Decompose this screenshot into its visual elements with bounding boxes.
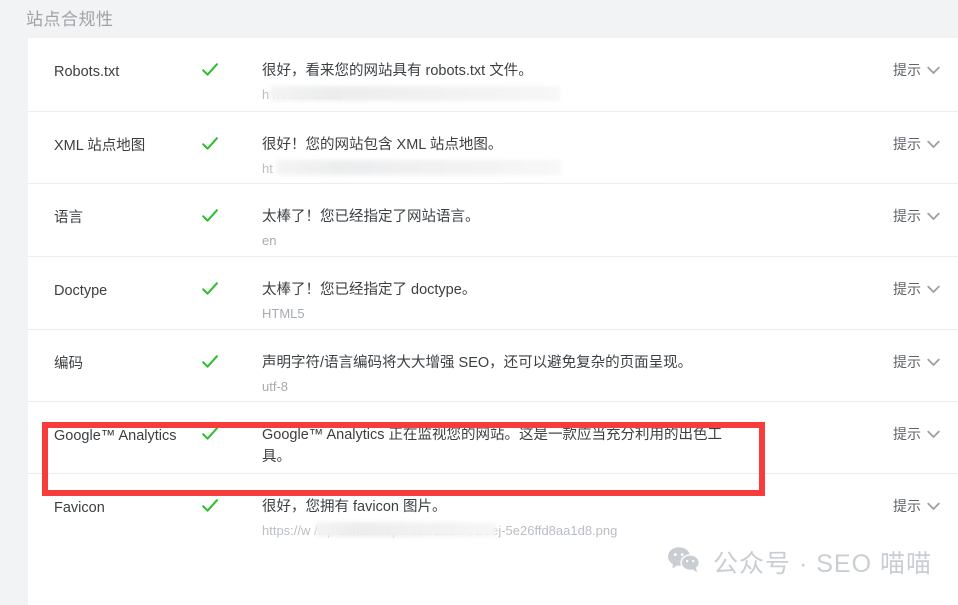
check-name: Favicon xyxy=(54,500,105,516)
hint-label: 提示 xyxy=(893,426,921,442)
table-row: Doctype 太棒了！您已经指定了 doctype。 HTML5 提示 xyxy=(28,257,958,330)
check-description: 声明字符/语言编码将大大增强 SEO，还可以避免复杂的页面呈现。 xyxy=(262,355,693,371)
check-status xyxy=(200,474,262,521)
hint-label: 提示 xyxy=(893,208,921,224)
table-row: 编码 声明字符/语言编码将大大增强 SEO，还可以避免复杂的页面呈现。 utf-8 提… xyxy=(28,330,958,402)
check-list: Robots.txt 很好，看来您的网站具有 robots.txt 文件。 h m/… xyxy=(28,38,958,566)
check-body: 太棒了！您已经指定了网站语言。 en xyxy=(262,184,862,251)
page-title: 站点合规性 xyxy=(26,10,114,29)
hint-toggle[interactable]: 提示 xyxy=(862,474,958,516)
check-body: Google™ Analytics 正在监视您的网站。这是一款应当充分利用的出色… xyxy=(262,402,862,468)
redaction-mask xyxy=(270,86,560,101)
check-icon xyxy=(200,206,220,226)
hint-toggle[interactable]: 提示 xyxy=(862,184,958,226)
check-icon xyxy=(200,496,220,516)
chevron-down-icon xyxy=(927,136,940,154)
site-compliance-card: Robots.txt 很好，看来您的网站具有 robots.txt 文件。 h m/… xyxy=(28,38,958,605)
check-description: 太棒了！您已经指定了 doctype。 xyxy=(262,282,477,298)
check-url-redacted: ht xyxy=(262,159,732,179)
check-url: utf-8 xyxy=(262,379,289,394)
hint-toggle[interactable]: 提示 xyxy=(862,38,958,80)
check-name: 编码 xyxy=(54,356,83,372)
check-description: 很好，您拥有 favicon 图片。 xyxy=(262,499,447,515)
chevron-down-icon xyxy=(927,498,940,516)
check-icon xyxy=(200,424,220,444)
check-icon xyxy=(200,352,220,372)
watermark-text: 公众号 · SEO 喵喵 xyxy=(713,549,932,578)
check-url: en xyxy=(262,233,277,248)
chevron-down-icon xyxy=(927,62,940,80)
check-name: XML 站点地图 xyxy=(54,138,146,154)
check-url-redacted: h m/robots.txt xyxy=(262,85,732,105)
table-row: Google™ Analytics Google™ Analytics 正在监视您… xyxy=(28,402,958,474)
check-name: Google™ Analytics xyxy=(54,428,177,444)
table-row: XML 站点地图 很好！您的网站包含 XML 站点地图。 ht 提示 xyxy=(28,112,958,184)
check-url-redacted: https://w /wp-content/uploads/2020/01/se… xyxy=(262,522,618,538)
check-icon xyxy=(200,60,220,80)
check-description: 太棒了！您已经指定了网站语言。 xyxy=(262,209,480,225)
check-status xyxy=(200,112,262,159)
check-status xyxy=(200,38,262,85)
check-name: Robots.txt xyxy=(54,64,120,80)
check-status xyxy=(200,330,262,377)
hint-label: 提示 xyxy=(893,62,921,78)
hint-toggle[interactable]: 提示 xyxy=(862,112,958,154)
chevron-down-icon xyxy=(927,426,940,444)
check-status xyxy=(200,184,262,231)
table-row: Robots.txt 很好，看来您的网站具有 robots.txt 文件。 h m/… xyxy=(28,38,958,112)
check-status xyxy=(200,402,262,449)
check-icon xyxy=(200,279,220,299)
watermark: 公众号 · SEO 喵喵 xyxy=(667,546,932,581)
check-name: Doctype xyxy=(54,283,108,299)
check-body: 很好，看来您的网站具有 robots.txt 文件。 h m/robots.txt xyxy=(262,38,862,105)
wechat-icon xyxy=(667,546,701,581)
chevron-down-icon xyxy=(927,354,940,372)
check-body: 太棒了！您已经指定了 doctype。 HTML5 xyxy=(262,257,862,324)
hint-label: 提示 xyxy=(893,354,921,370)
check-status xyxy=(200,257,262,304)
hint-label: 提示 xyxy=(893,281,921,297)
check-icon xyxy=(200,134,220,154)
check-body: 很好，您拥有 favicon 图片。 https://w /wp-content/… xyxy=(262,474,862,541)
check-body: 声明字符/语言编码将大大增强 SEO，还可以避免复杂的页面呈现。 utf-8 xyxy=(262,330,862,397)
table-row: 语言 太棒了！您已经指定了网站语言。 en 提示 xyxy=(28,184,958,257)
chevron-down-icon xyxy=(927,208,940,226)
chevron-down-icon xyxy=(927,281,940,299)
check-description: 很好，看来您的网站具有 robots.txt 文件。 xyxy=(262,63,533,79)
redaction-mask xyxy=(276,160,561,175)
hint-toggle[interactable]: 提示 xyxy=(862,257,958,299)
hint-label: 提示 xyxy=(893,498,921,514)
redaction-mask xyxy=(316,522,496,537)
hint-label: 提示 xyxy=(893,136,921,152)
hint-toggle[interactable]: 提示 xyxy=(862,402,958,444)
check-name: 语言 xyxy=(54,210,83,226)
check-description: Google™ Analytics 正在监视您的网站。这是一款应当充分利用的出色… xyxy=(262,427,723,465)
hint-toggle[interactable]: 提示 xyxy=(862,330,958,372)
check-description: 很好！您的网站包含 XML 站点地图。 xyxy=(262,137,503,153)
check-url: HTML5 xyxy=(262,306,305,321)
check-body: 很好！您的网站包含 XML 站点地图。 ht xyxy=(262,112,862,179)
